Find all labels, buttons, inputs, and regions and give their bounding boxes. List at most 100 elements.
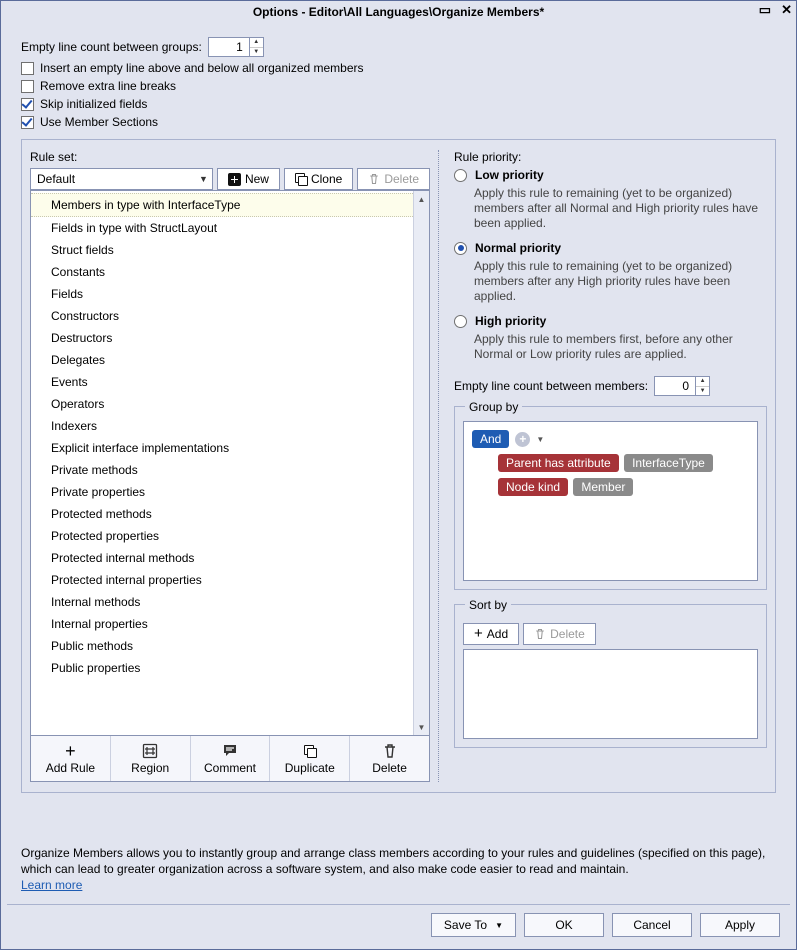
clone-ruleset-button[interactable]: Clone	[284, 168, 353, 190]
rule-item[interactable]: Explicit interface implementations	[31, 437, 413, 459]
sort-delete-label: Delete	[550, 627, 585, 641]
hash-icon	[142, 743, 158, 759]
rule-item[interactable]: Members in type with InterfaceType	[31, 193, 413, 217]
apply-button[interactable]: Apply	[700, 913, 780, 937]
low-priority-desc: Apply this rule to remaining (yet to be …	[474, 186, 767, 231]
member-sections-checkbox[interactable]	[21, 116, 34, 129]
spinner-down-icon[interactable]: ▼	[250, 48, 263, 57]
rule-item[interactable]: Constructors	[31, 305, 413, 327]
group-root-pill[interactable]: And	[472, 430, 509, 448]
rule-item[interactable]: Struct fields	[31, 239, 413, 261]
remove-breaks-checkbox[interactable]	[21, 80, 34, 93]
condition-1-label[interactable]: Parent has attribute	[498, 454, 619, 472]
new-ruleset-button[interactable]: New	[217, 168, 280, 190]
title-bar: Options - Editor\All Languages\Organize …	[1, 1, 796, 23]
rule-item[interactable]: Destructors	[31, 327, 413, 349]
footer-text: Organize Members allows you to instantly…	[21, 846, 765, 876]
sort-by-canvas[interactable]	[463, 649, 758, 739]
empty-line-members-spinner[interactable]: ▲ ▼	[654, 376, 710, 396]
chevron-down-icon[interactable]: ▼	[536, 435, 544, 444]
skip-initialized-label: Skip initialized fields	[40, 97, 147, 111]
rule-item[interactable]: Private properties	[31, 481, 413, 503]
rule-list[interactable]: Members in type with InterfaceTypeFields…	[31, 191, 413, 735]
group-by-legend: Group by	[465, 400, 522, 414]
trash-icon	[368, 173, 380, 185]
condition-2-value[interactable]: Member	[573, 478, 633, 496]
high-priority-desc: Apply this rule to members first, before…	[474, 332, 767, 362]
condition-2-label[interactable]: Node kind	[498, 478, 568, 496]
trash-icon	[382, 743, 398, 759]
insert-empty-line-checkbox[interactable]	[21, 62, 34, 75]
chevron-down-icon: ▼	[199, 174, 208, 184]
save-to-label: Save To	[444, 918, 487, 932]
condition-1-value[interactable]: InterfaceType	[624, 454, 713, 472]
save-to-button[interactable]: Save To ▼	[431, 913, 516, 937]
duplicate-label: Duplicate	[285, 761, 335, 775]
delete-rule-button[interactable]: Delete	[350, 736, 429, 781]
rule-item[interactable]: Fields	[31, 283, 413, 305]
clone-icon	[295, 173, 307, 185]
rule-item[interactable]: Protected internal methods	[31, 547, 413, 569]
spinner-up-icon[interactable]: ▲	[696, 377, 709, 387]
rule-item[interactable]: Internal methods	[31, 591, 413, 613]
spinner-down-icon[interactable]: ▼	[696, 387, 709, 396]
remove-breaks-label: Remove extra line breaks	[40, 79, 176, 93]
region-label: Region	[131, 761, 169, 775]
sort-delete-button: Delete	[523, 623, 596, 645]
plus-icon: +	[65, 744, 76, 758]
comment-button[interactable]: Comment	[191, 736, 271, 781]
rule-item[interactable]: Events	[31, 371, 413, 393]
group-by-canvas[interactable]: And + ▼ Parent has attribute InterfaceTy…	[463, 421, 758, 581]
rule-item[interactable]: Indexers	[31, 415, 413, 437]
learn-more-link[interactable]: Learn more	[21, 878, 82, 892]
sort-by-fieldset: Sort by + Add Delete	[454, 604, 767, 748]
add-condition-icon[interactable]: +	[515, 432, 530, 447]
footer-description: Organize Members allows you to instantly…	[21, 845, 776, 893]
add-rule-button[interactable]: + Add Rule	[31, 736, 111, 781]
empty-line-groups-input[interactable]	[209, 38, 249, 56]
rule-item[interactable]: Protected properties	[31, 525, 413, 547]
duplicate-button[interactable]: Duplicate	[270, 736, 350, 781]
plus-icon	[228, 173, 241, 186]
new-ruleset-label: New	[245, 172, 269, 186]
rule-item[interactable]: Fields in type with StructLayout	[31, 217, 413, 239]
spinner-up-icon[interactable]: ▲	[250, 38, 263, 48]
ok-button[interactable]: OK	[524, 913, 604, 937]
rule-item[interactable]: Public properties	[31, 657, 413, 679]
rule-list-scrollbar[interactable]: ▲ ▼	[413, 191, 429, 735]
scroll-down-icon[interactable]: ▼	[414, 719, 429, 735]
rule-item[interactable]: Private methods	[31, 459, 413, 481]
rule-set-selected: Default	[37, 172, 75, 186]
panel-divider[interactable]	[434, 150, 442, 782]
normal-priority-radio[interactable]	[454, 242, 467, 255]
clone-ruleset-label: Clone	[311, 172, 342, 186]
high-priority-radio[interactable]	[454, 315, 467, 328]
add-rule-label: Add Rule	[46, 761, 95, 775]
empty-line-members-label: Empty line count between members:	[454, 379, 648, 393]
region-button[interactable]: Region	[111, 736, 191, 781]
rule-priority-label: Rule priority:	[454, 150, 767, 164]
cancel-button[interactable]: Cancel	[612, 913, 692, 937]
low-priority-radio[interactable]	[454, 169, 467, 182]
scroll-up-icon[interactable]: ▲	[414, 191, 429, 207]
clone-icon	[304, 745, 316, 757]
rule-item[interactable]: Constants	[31, 261, 413, 283]
rule-item[interactable]: Delegates	[31, 349, 413, 371]
sort-by-legend: Sort by	[465, 598, 511, 612]
rule-item[interactable]: Operators	[31, 393, 413, 415]
comment-icon	[222, 743, 238, 759]
low-priority-title: Low priority	[475, 168, 544, 182]
empty-line-groups-spinner[interactable]: ▲ ▼	[208, 37, 264, 57]
maximize-icon[interactable]: ▭	[759, 3, 771, 17]
skip-initialized-checkbox[interactable]	[21, 98, 34, 111]
rule-item[interactable]: Protected internal properties	[31, 569, 413, 591]
rule-item[interactable]: Internal properties	[31, 613, 413, 635]
rule-item[interactable]: Protected methods	[31, 503, 413, 525]
rule-set-combo[interactable]: Default ▼	[30, 168, 213, 190]
empty-line-members-input[interactable]	[655, 377, 695, 395]
sort-add-button[interactable]: + Add	[463, 623, 519, 645]
close-icon[interactable]: ✕	[781, 3, 792, 17]
group-by-fieldset: Group by And + ▼ Parent has attribute In…	[454, 406, 767, 590]
delete-rule-label: Delete	[372, 761, 407, 775]
rule-item[interactable]: Public methods	[31, 635, 413, 657]
